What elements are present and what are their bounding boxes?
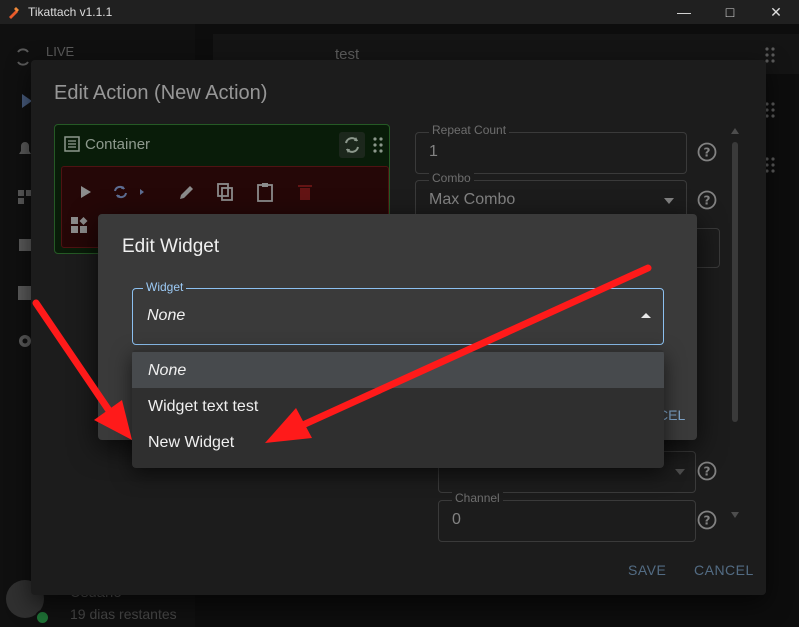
chevron-up-icon (641, 313, 651, 318)
edit-widget-title: Edit Widget (122, 236, 220, 257)
widget-options-menu: None Widget text test New Widget (132, 350, 664, 468)
menu-item-label: None (148, 362, 187, 379)
menu-item-new-widget[interactable]: New Widget (132, 424, 664, 460)
app-logo-icon (9, 7, 19, 19)
title-bar: Tikattach v1.1.1 — □ ✕ (0, 0, 799, 24)
widget-select-label: Widget (143, 280, 187, 294)
widget-select-value: None (147, 307, 186, 324)
widget-select[interactable]: Widget None (132, 280, 664, 345)
close-icon[interactable]: ✕ (753, 0, 799, 24)
menu-item-none[interactable]: None (132, 352, 664, 388)
menu-item-widget-text-test[interactable]: Widget text test (132, 388, 664, 424)
window-title: Tikattach v1.1.1 (28, 5, 113, 19)
menu-item-label: New Widget (148, 434, 235, 451)
maximize-icon[interactable]: □ (707, 0, 753, 24)
menu-item-label: Widget text test (148, 398, 259, 415)
minimize-icon[interactable]: — (661, 0, 707, 24)
